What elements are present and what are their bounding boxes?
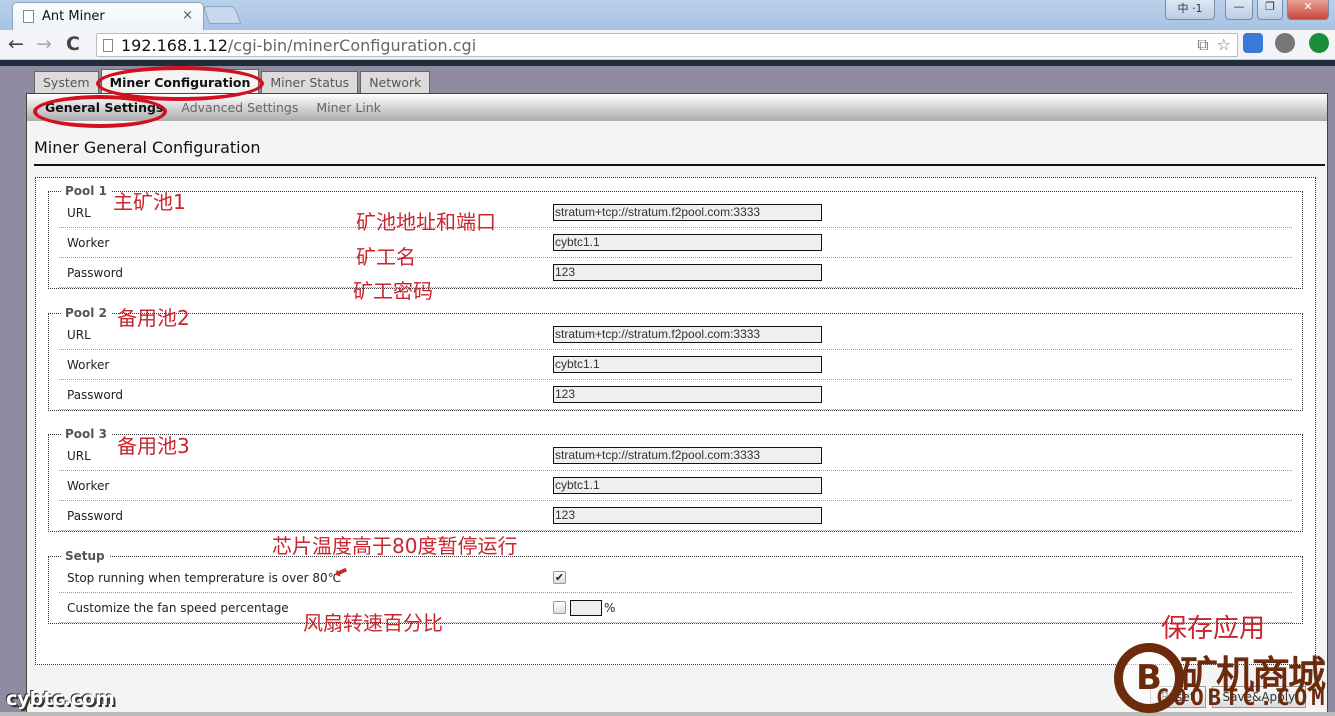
- minimize-button[interactable]: —: [1225, 0, 1253, 20]
- back-button[interactable]: ←: [8, 33, 24, 55]
- reload-button[interactable]: C: [66, 33, 80, 55]
- forward-button[interactable]: →: [36, 33, 52, 55]
- page-icon: [103, 38, 113, 52]
- pool-3-password-row: Password 123: [59, 501, 1292, 531]
- annotation-fan-speed: 风扇转速百分比: [303, 611, 443, 635]
- tab-network[interactable]: Network: [360, 71, 431, 93]
- stop-temp-checkbox[interactable]: ✔: [553, 571, 566, 584]
- pool-2-worker-row: Worker cybtc1.1: [59, 350, 1292, 380]
- pool-3-worker-input[interactable]: cybtc1.1: [553, 477, 822, 494]
- green-extension-icon[interactable]: [1309, 33, 1329, 53]
- window-controls: 中 ·1 — ❐ ✕: [1165, 0, 1329, 20]
- translate-icon[interactable]: ⧉: [1197, 35, 1208, 55]
- fan-speed-checkbox[interactable]: [553, 601, 566, 614]
- setup-fieldset: Setup Stop running when temprerature is …: [48, 549, 1303, 624]
- stop-temp-row: Stop running when temprerature is over 8…: [59, 563, 1292, 593]
- tab-miner-status[interactable]: Miner Status: [261, 71, 359, 93]
- url-path: /cgi-bin/minerConfiguration.cgi: [227, 35, 477, 55]
- pool-2-password-row: Password 123: [59, 380, 1292, 410]
- pool-1-password-row: Password 123: [59, 258, 1292, 288]
- pool-3-url-row: URL stratum+tcp://stratum.f2pool.com:333…: [59, 441, 1292, 471]
- pool-2-fieldset: Pool 2 URL stratum+tcp://stratum.f2pool.…: [48, 306, 1303, 411]
- browser-tabstrip: Ant Miner × 中 ·1 — ❐ ✕: [0, 0, 1335, 30]
- annotation-pool-3: 备用池3: [117, 434, 190, 458]
- pool-1-url-input[interactable]: stratum+tcp://stratum.f2pool.com:3333: [553, 204, 822, 221]
- url-label: URL: [67, 327, 91, 342]
- pool-2-password-input[interactable]: 123: [553, 386, 822, 403]
- annotation-pool-2: 备用池2: [117, 306, 190, 330]
- subtab-miner-link[interactable]: Miner Link: [308, 100, 389, 115]
- password-label: Password: [67, 265, 124, 280]
- pool-2-url-input[interactable]: stratum+tcp://stratum.f2pool.com:3333: [553, 326, 822, 343]
- pool-3-url-input[interactable]: stratum+tcp://stratum.f2pool.com:3333: [553, 447, 822, 464]
- pool-1-url-row: URL stratum+tcp://stratum.f2pool.com:333…: [59, 198, 1292, 228]
- horizontal-scrollbar[interactable]: [0, 712, 1335, 716]
- browser-toolbar: ← → C 192.168.1.12 /cgi-bin/minerConfigu…: [0, 30, 1335, 60]
- pool-3-fieldset: Pool 3 URL stratum+tcp://stratum.f2pool.…: [48, 427, 1303, 532]
- password-label: Password: [67, 387, 124, 402]
- annotation-worker: 矿工名: [356, 245, 416, 269]
- worker-label: Worker: [67, 478, 110, 493]
- pool-3-legend: Pool 3: [65, 427, 107, 441]
- url-label: URL: [67, 448, 91, 463]
- annotation-url: 矿池地址和端口: [356, 210, 496, 234]
- title-divider: [34, 164, 1325, 166]
- worker-label: Worker: [67, 235, 110, 250]
- stop-temp-label: Stop running when temprerature is over 8…: [67, 570, 342, 585]
- annotation-pool-1: 主矿池1: [113, 190, 186, 214]
- url-label: URL: [67, 205, 91, 220]
- close-window-button[interactable]: ✕: [1287, 0, 1329, 20]
- pool-1-password-input[interactable]: 123: [553, 264, 822, 281]
- worker-label: Worker: [67, 357, 110, 372]
- pool-2-url-row: URL stratum+tcp://stratum.f2pool.com:333…: [59, 320, 1292, 350]
- setup-legend: Setup: [65, 549, 105, 563]
- miner-web-ui: System Miner Configuration Miner Status …: [26, 66, 1328, 716]
- fan-speed-label: Customize the fan speed percentage: [67, 600, 289, 615]
- maximize-button[interactable]: ❐: [1257, 0, 1283, 20]
- content-panel: General Settings Advanced Settings Miner…: [26, 93, 1328, 713]
- pool-1-legend: Pool 1: [65, 184, 107, 198]
- pool-1-worker-input[interactable]: cybtc1.1: [553, 234, 822, 251]
- annotation-save: 保存应用: [1161, 614, 1266, 644]
- page-title: Miner General Configuration: [34, 138, 261, 157]
- film-reel-extension-icon[interactable]: [1275, 33, 1295, 53]
- watermark-cybtc: cybtc.com: [6, 688, 115, 710]
- browser-tab[interactable]: Ant Miner ×: [12, 2, 204, 30]
- tab-close-icon[interactable]: ×: [182, 8, 193, 23]
- url-host: 192.168.1.12: [121, 35, 228, 55]
- tab-system[interactable]: System: [34, 71, 99, 93]
- pool-3-password-input[interactable]: 123: [553, 507, 822, 524]
- bookmark-star-icon[interactable]: ☆: [1217, 35, 1231, 55]
- watermark-url: COOBTC.COM: [1156, 686, 1329, 711]
- pool-2-worker-input[interactable]: cybtc1.1: [553, 356, 822, 373]
- ime-indicator[interactable]: 中 ·1: [1165, 0, 1215, 20]
- pool-1-fieldset: Pool 1 URL stratum+tcp://stratum.f2pool.…: [48, 184, 1303, 289]
- fan-speed-row: Customize the fan speed percentage %: [59, 593, 1292, 623]
- address-bar[interactable]: 192.168.1.12 /cgi-bin/minerConfiguration…: [96, 33, 1238, 57]
- annotation-password: 矿工密码: [353, 279, 433, 303]
- browser-tab-title: Ant Miner: [42, 9, 105, 24]
- subtab-advanced-settings[interactable]: Advanced Settings: [173, 100, 306, 115]
- new-tab-button[interactable]: [202, 6, 242, 24]
- pool-1-worker-row: Worker cybtc1.1: [59, 228, 1292, 258]
- fan-speed-input[interactable]: [570, 599, 602, 616]
- annotation-stop-temp: 芯片温度高于80度暂停运行: [272, 534, 518, 558]
- config-form: Pool 1 URL stratum+tcp://stratum.f2pool.…: [35, 177, 1316, 665]
- google-translate-extension-icon[interactable]: [1243, 33, 1263, 53]
- pool-3-worker-row: Worker cybtc1.1: [59, 471, 1292, 501]
- percent-unit: %: [604, 600, 616, 615]
- highlight-ring-general-settings: [33, 95, 167, 128]
- page-icon: [23, 10, 34, 23]
- pool-2-legend: Pool 2: [65, 306, 107, 320]
- password-label: Password: [67, 508, 124, 523]
